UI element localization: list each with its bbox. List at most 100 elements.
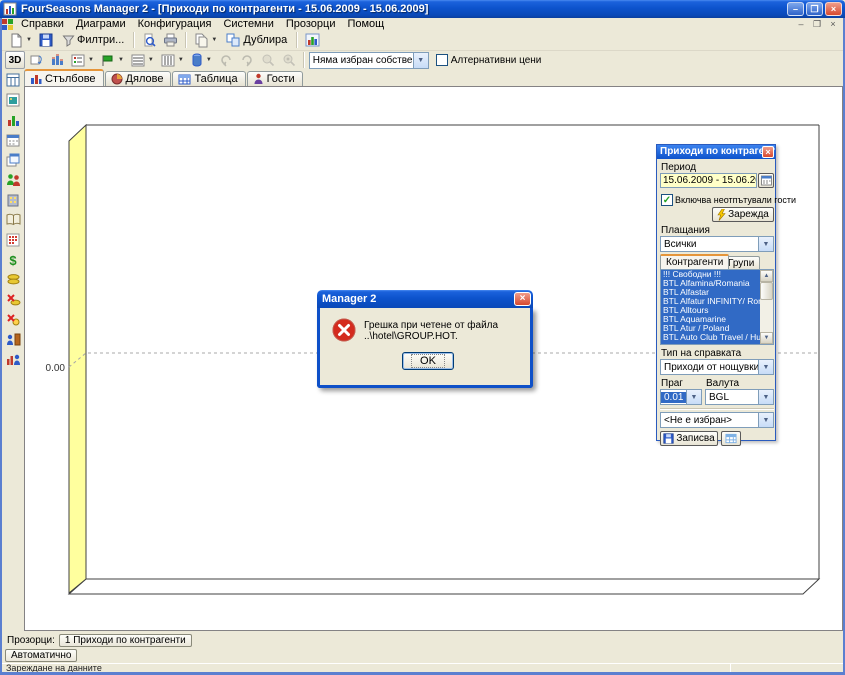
bar-style-button[interactable]: ▼: [188, 51, 215, 69]
labels-button[interactable]: ▼: [98, 51, 127, 69]
menu-prozorci[interactable]: Прозорци: [280, 18, 342, 30]
scroll-thumb[interactable]: [760, 282, 773, 300]
person-chart-icon: [6, 353, 21, 366]
load-button[interactable]: Зарежда: [712, 207, 774, 222]
report-occupancy-button[interactable]: [4, 231, 22, 248]
legend-button[interactable]: ▼: [68, 51, 97, 69]
close-button[interactable]: ×: [825, 2, 842, 16]
alt-prices-option[interactable]: Алтернативни цени: [436, 54, 542, 66]
auto-button[interactable]: Автоматично: [5, 649, 77, 662]
rotate-chart-icon: [29, 53, 43, 67]
rotate-chart-button[interactable]: [26, 51, 46, 69]
ok-button[interactable]: OK: [402, 352, 454, 370]
print-preview-icon: [142, 33, 156, 47]
list-item[interactable]: BTL Aquamarine: [661, 315, 760, 324]
table-tool-button[interactable]: [721, 431, 741, 446]
scroll-down-icon[interactable]: ▼: [760, 332, 773, 344]
calendar-button[interactable]: [758, 173, 774, 188]
toggle-3d-button[interactable]: 3D: [5, 51, 25, 69]
report-cancel-button[interactable]: [4, 311, 22, 328]
window-switch-button[interactable]: 1 Приходи по контрагенти: [59, 634, 192, 647]
copy-chart-button[interactable]: ▼: [191, 31, 220, 49]
list-item[interactable]: BTL Alfamina/Romania: [661, 279, 760, 288]
minimize-button[interactable]: –: [787, 2, 804, 16]
print-button[interactable]: [160, 31, 181, 49]
zoom-in-button[interactable]: [279, 51, 299, 69]
combo-arrow-icon: ▼: [758, 390, 773, 404]
report-hotel-button[interactable]: [4, 191, 22, 208]
save-report-button[interactable]: Записва: [660, 431, 718, 446]
owner-combobox[interactable]: Няма избран собственици ▼: [309, 52, 429, 69]
list-item[interactable]: BTL Atur / Poland: [661, 324, 760, 333]
rotate-cw-icon: [240, 53, 254, 67]
report-book-button[interactable]: [4, 211, 22, 228]
mdi-minimize-button[interactable]: –: [795, 18, 807, 30]
report-cascade-button[interactable]: [4, 151, 22, 168]
mdi-restore-button[interactable]: ❐: [811, 18, 823, 30]
horizontal-grid-button[interactable]: ▼: [128, 51, 157, 69]
tab-dyalove[interactable]: Дялове: [105, 71, 172, 86]
list-item[interactable]: BTL Alltours: [661, 306, 760, 315]
tab-gosti[interactable]: Гости: [247, 71, 303, 86]
main-toolbar: ▼ Филтри... ▼ Дублира: [2, 30, 843, 51]
tab-stalbove[interactable]: Стълбове: [24, 69, 104, 86]
list-item[interactable]: BTL Alfastar: [661, 288, 760, 297]
list-item[interactable]: BTL Alfatur INFINITY/ Romani: [661, 297, 760, 306]
report-revenue-button[interactable]: $: [4, 251, 22, 268]
error-dialog: Manager 2 × Грешка при четене от файла .…: [317, 308, 533, 388]
filters-button[interactable]: Филтри...: [57, 31, 129, 49]
combo-arrow-icon: ▼: [758, 237, 773, 251]
mdi-child-icon: [2, 19, 13, 30]
menu-diagrami[interactable]: Диаграми: [70, 18, 132, 30]
contractors-listbox[interactable]: !!! Свободни !!! BTL Alfamina/Romania BT…: [660, 269, 774, 345]
menu-pomosht[interactable]: Помощ: [341, 18, 390, 30]
report-payments-button[interactable]: [4, 271, 22, 288]
toolbar-separator: [185, 32, 187, 48]
list-scrollbar[interactable]: ▲ ▼: [760, 270, 773, 344]
alt-prices-checkbox[interactable]: [436, 54, 448, 66]
print-preview-button[interactable]: [139, 31, 159, 49]
save-button[interactable]: [36, 31, 56, 49]
rotate-ccw-icon: [219, 53, 233, 67]
duplicate-button[interactable]: Дублира: [221, 31, 292, 49]
report-window-image-button[interactable]: [4, 91, 22, 108]
rotate-ccw-button[interactable]: [216, 51, 236, 69]
scroll-up-icon[interactable]: ▲: [760, 270, 773, 282]
no-payment-icon: [6, 293, 21, 306]
list-item-partial[interactable]: [661, 342, 760, 344]
chart-report-button[interactable]: [302, 31, 323, 49]
menu-spravki[interactable]: Справки: [15, 18, 70, 30]
new-report-button[interactable]: ▼: [6, 31, 35, 49]
report-chart-button[interactable]: [4, 111, 22, 128]
mdi-close-button[interactable]: ×: [827, 18, 839, 30]
period-input[interactable]: 15.06.2009 - 15.06.2009: [660, 173, 757, 188]
list-item[interactable]: BTL Auto Club Travel / Hunga: [661, 333, 760, 342]
panel-close-button[interactable]: ×: [762, 146, 774, 158]
currency-combobox[interactable]: BGL ▼: [705, 389, 774, 405]
error-dialog-close-button[interactable]: ×: [514, 292, 531, 306]
menu-konfiguracia[interactable]: Конфигурация: [132, 18, 218, 30]
cylinder-icon: [191, 53, 203, 67]
tab-tablica[interactable]: Таблица: [172, 71, 245, 86]
zoom-out-button[interactable]: [258, 51, 278, 69]
payments-combobox[interactable]: Всички ▼: [660, 236, 774, 252]
extra-combobox[interactable]: <Не е избран> ▼: [660, 412, 774, 428]
report-unpaid-button[interactable]: [4, 291, 22, 308]
threshold-combobox[interactable]: 0.01 ▼: [660, 389, 702, 405]
rotate-cw-button[interactable]: [237, 51, 257, 69]
menu-bar: Справки Диаграми Конфигурация Системни П…: [2, 18, 843, 30]
report-window-grid-button[interactable]: [4, 71, 22, 88]
report-guest-chart-button[interactable]: [4, 351, 22, 368]
tab-kontragenti[interactable]: Контрагенти: [660, 254, 729, 269]
vertical-grid-button[interactable]: ▼: [158, 51, 187, 69]
list-item[interactable]: !!! Свободни !!!: [661, 270, 760, 279]
show-values-button[interactable]: [47, 51, 67, 69]
include-guests-checkbox[interactable]: ✓: [661, 194, 673, 206]
report-type-combobox[interactable]: Приходи от нощувки ▼: [660, 359, 774, 375]
report-guest-room-button[interactable]: [4, 331, 22, 348]
restore-button[interactable]: ❐: [806, 2, 823, 16]
menu-sistemni[interactable]: Системни: [217, 18, 279, 30]
report-guests-button[interactable]: [4, 171, 22, 188]
report-calendar-button[interactable]: [4, 131, 22, 148]
combo-arrow-icon: ▼: [758, 360, 773, 374]
